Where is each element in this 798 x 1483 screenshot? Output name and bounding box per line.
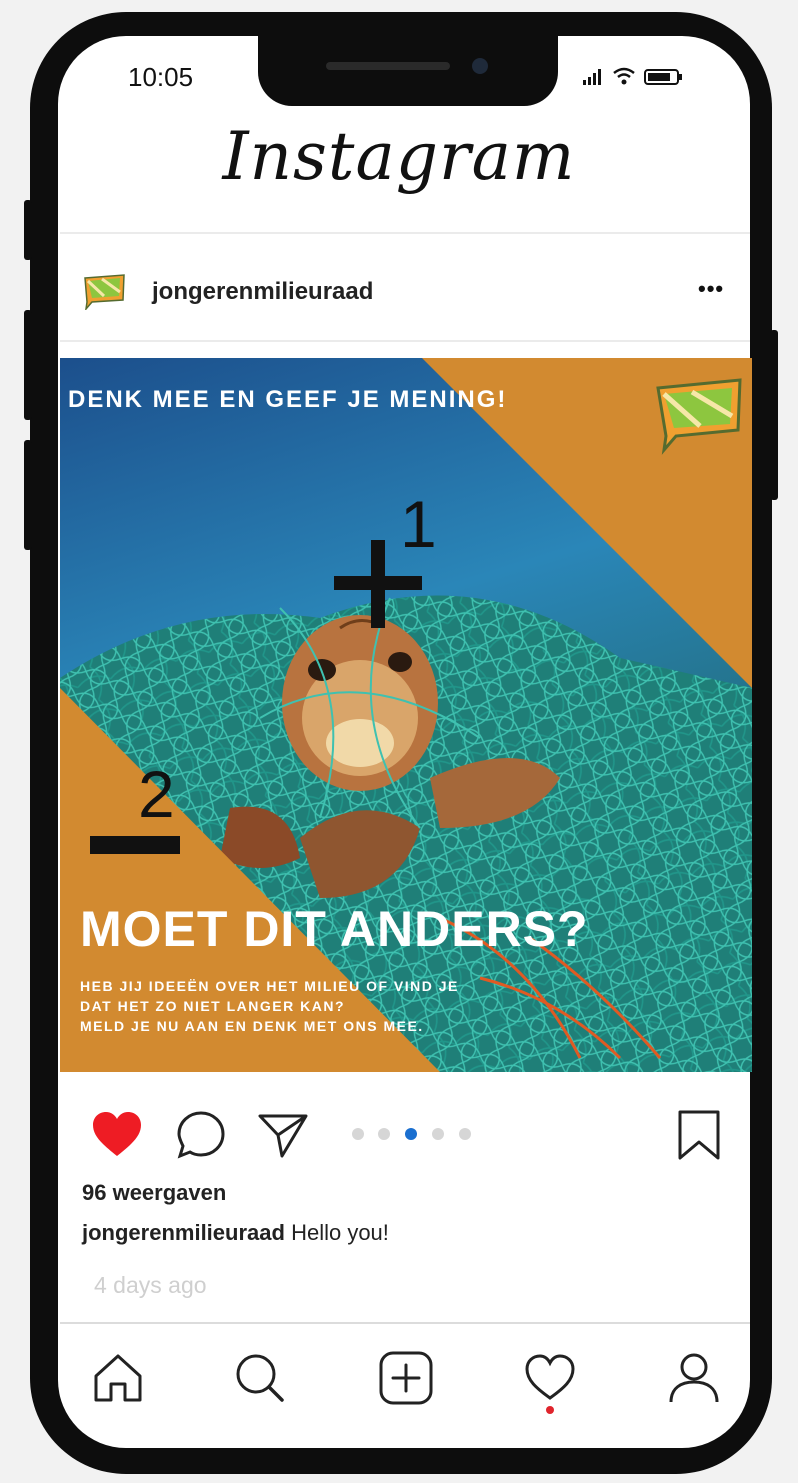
phone-volume-up-button: [24, 310, 32, 420]
share-icon[interactable]: [256, 1108, 310, 1162]
phone-power-button: [770, 330, 778, 500]
wifi-icon: [613, 67, 635, 85]
carousel-dot: [352, 1128, 364, 1140]
tab-bar-divider: [60, 1322, 750, 1324]
annotation-number-2: 2: [138, 757, 175, 831]
battery-icon: [644, 69, 682, 85]
activity-icon[interactable]: [522, 1350, 578, 1406]
instagram-logo: Instagram: [222, 118, 576, 195]
new-post-icon[interactable]: [378, 1350, 434, 1406]
bookmark-icon[interactable]: [672, 1108, 726, 1162]
poster-body-line: HEB JIJ IDEEËN OVER HET MILIEU OF VIND J…: [80, 978, 459, 994]
header-divider: [60, 232, 750, 234]
search-icon[interactable]: [232, 1350, 288, 1406]
caption-text: Hello you!: [291, 1220, 389, 1245]
post-image[interactable]: [60, 358, 752, 1072]
carousel-dot: [378, 1128, 390, 1140]
front-camera: [472, 58, 488, 74]
heart-icon[interactable]: [90, 1108, 144, 1162]
more-options-icon[interactable]: •••: [698, 276, 724, 302]
caption: jongerenmilieuraad Hello you!: [82, 1220, 389, 1246]
poster-artwork: [60, 358, 752, 1072]
profile-icon[interactable]: [666, 1350, 722, 1406]
comment-icon[interactable]: [174, 1108, 228, 1162]
post-timestamp: 4 days ago: [94, 1272, 207, 1298]
poster-body-line: MELD JE NU AAN EN DENK MET ONS MEE.: [80, 1018, 424, 1034]
carousel-dot: [432, 1128, 444, 1140]
poster-title: MOET DIT ANDERS?: [80, 901, 589, 957]
notification-dot: [546, 1406, 554, 1414]
poster-heading: DENK MEE EN GEEF JE MENING!: [68, 386, 508, 413]
notch: [258, 36, 558, 106]
earpiece-speaker: [326, 62, 450, 70]
carousel-dot: [459, 1128, 471, 1140]
carousel-dot-active: [405, 1128, 417, 1140]
signal-icon: [583, 69, 601, 85]
status-time: 10:05: [128, 62, 194, 92]
poster-body-line: DAT HET ZO NIET LANGER KAN?: [80, 998, 346, 1014]
minus-annotation-icon: [90, 836, 180, 854]
annotation-number-1: 1: [400, 487, 437, 561]
post-username[interactable]: jongerenmilieuraad: [152, 278, 373, 306]
avatar[interactable]: [82, 274, 128, 310]
post-header-divider: [60, 340, 750, 342]
home-icon[interactable]: [90, 1350, 146, 1406]
phone-volume-down-button: [24, 440, 32, 550]
caption-username[interactable]: jongerenmilieuraad: [82, 1220, 285, 1245]
phone-side-button: [24, 200, 32, 260]
view-count: 96 weergaven: [82, 1180, 227, 1205]
